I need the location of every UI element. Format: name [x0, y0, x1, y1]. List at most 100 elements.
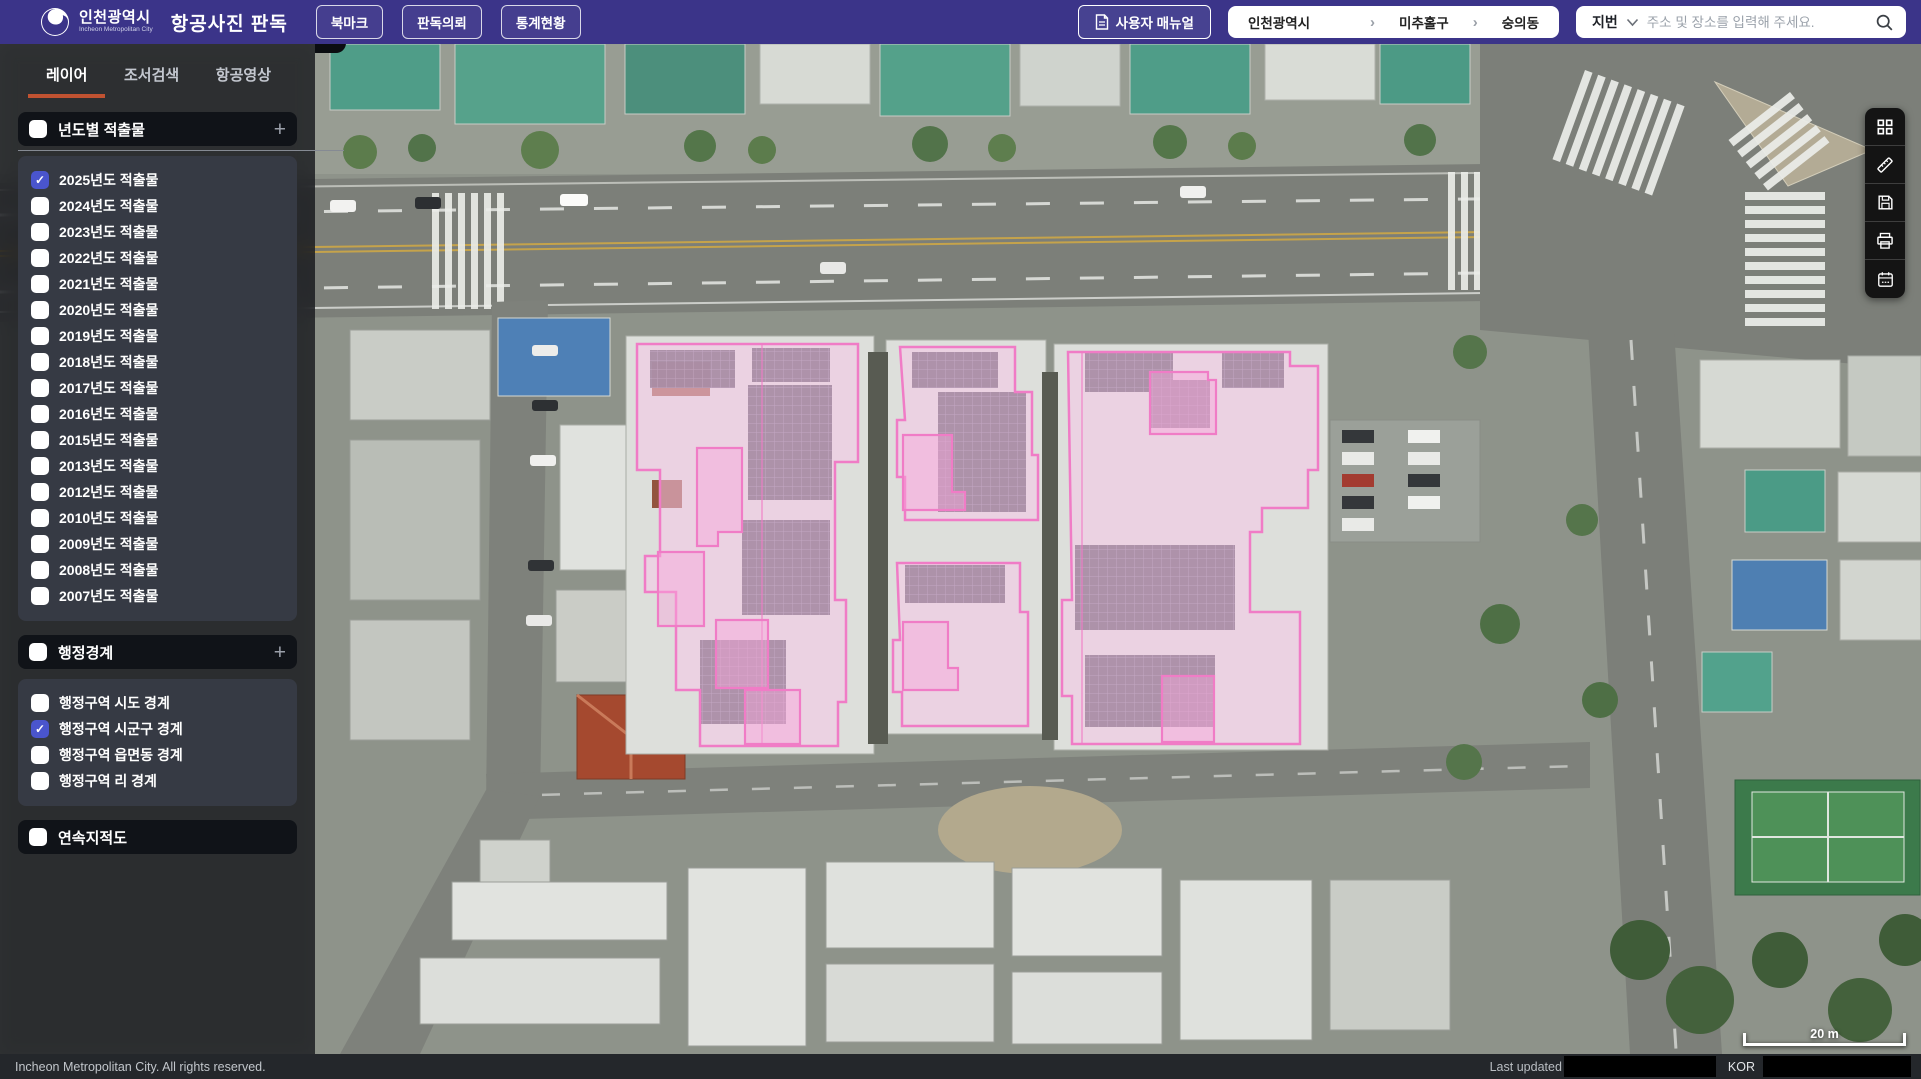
tab-레이어[interactable]: 레이어: [46, 64, 87, 98]
checkbox[interactable]: [31, 431, 49, 449]
breadcrumb-neighborhood[interactable]: 숭의동: [1502, 12, 1539, 32]
checkbox[interactable]: [31, 746, 49, 764]
map-toolbar: [1865, 108, 1905, 298]
layer-item[interactable]: 행정구역 리 경계: [18, 768, 297, 794]
layer-item[interactable]: 2008년도 적출물: [18, 557, 297, 583]
chevron-right-icon: ›: [1370, 14, 1375, 31]
layer-item[interactable]: 2007년도 적출물: [18, 583, 297, 609]
checkbox[interactable]: [31, 535, 49, 553]
checkbox[interactable]: [31, 405, 49, 423]
checkbox[interactable]: [29, 643, 47, 661]
incheon-logo-icon: [40, 7, 70, 37]
checkbox[interactable]: [29, 828, 47, 846]
page-title: 항공사진 판독: [171, 9, 288, 36]
extraction-sub-polygon[interactable]: [697, 448, 742, 546]
checkbox[interactable]: [31, 379, 49, 397]
layer-item[interactable]: ✓행정구역 시군구 경계: [18, 716, 297, 742]
layer-item[interactable]: 행정구역 읍면동 경계: [18, 742, 297, 768]
checkbox[interactable]: [31, 587, 49, 605]
document-icon: [1095, 14, 1109, 30]
layer-item[interactable]: 2024년도 적출물: [18, 193, 297, 219]
layer-item-label: 2024년도 적출물: [59, 196, 158, 216]
layer-item-label: 2010년도 적출물: [59, 508, 158, 528]
interpretation-request-button[interactable]: 판독의뢰: [402, 5, 482, 39]
checkbox[interactable]: [31, 694, 49, 712]
layer-item-label: 2009년도 적출물: [59, 534, 158, 554]
search-icon[interactable]: [1875, 13, 1894, 32]
print-tool-button[interactable]: [1865, 222, 1905, 260]
layer-item-label: 행정구역 읍면동 경계: [59, 745, 183, 765]
layer-item-label: 2017년도 적출물: [59, 378, 158, 398]
print-icon: [1875, 231, 1895, 251]
checkbox[interactable]: [31, 327, 49, 345]
checkbox[interactable]: [31, 197, 49, 215]
checkbox[interactable]: [29, 120, 47, 138]
checkbox-checked[interactable]: ✓: [31, 171, 49, 189]
statistics-button[interactable]: 통계현황: [501, 5, 581, 39]
checkbox[interactable]: [31, 483, 49, 501]
layer-item[interactable]: 2017년도 적출물: [18, 375, 297, 401]
extraction-sub-polygon[interactable]: [658, 552, 704, 626]
checkbox[interactable]: [31, 772, 49, 790]
layer-group-title: 년도별 적출물: [58, 119, 145, 140]
layer-item[interactable]: 2010년도 적출물: [18, 505, 297, 531]
layer-item[interactable]: 행정구역 시도 경계: [18, 690, 297, 716]
checkbox[interactable]: [31, 301, 49, 319]
checkbox[interactable]: [31, 353, 49, 371]
status-bar: Incheon Metropolitan City. All rights re…: [0, 1054, 1921, 1079]
search-input[interactable]: [1647, 15, 1867, 30]
layer-item[interactable]: 2012년도 적출물: [18, 479, 297, 505]
layer-item-label: 2016년도 적출물: [59, 404, 158, 424]
add-icon[interactable]: +: [274, 119, 286, 140]
layer-item[interactable]: 2016년도 적출물: [18, 401, 297, 427]
layer-item-label: 2015년도 적출물: [59, 430, 158, 450]
checkbox-checked[interactable]: ✓: [31, 720, 49, 738]
map-scale-bar: 20 m: [1743, 1022, 1906, 1046]
checkbox[interactable]: [31, 509, 49, 527]
layer-item[interactable]: 2013년도 적출물: [18, 453, 297, 479]
breadcrumb-city[interactable]: 인천광역시: [1248, 12, 1310, 32]
date-tool-button[interactable]: [1865, 260, 1905, 298]
layer-item[interactable]: 2018년도 적출물: [18, 349, 297, 375]
layer-item[interactable]: 2009년도 적출물: [18, 531, 297, 557]
search-bar: 지번: [1576, 6, 1906, 38]
extraction-sub-polygon[interactable]: [745, 690, 800, 744]
layer-item[interactable]: 2021년도 적출물: [18, 271, 297, 297]
checkbox[interactable]: [31, 457, 49, 475]
checkbox[interactable]: [31, 249, 49, 267]
layer-item[interactable]: 2019년도 적출물: [18, 323, 297, 349]
layer-item-label: 2023년도 적출물: [59, 222, 158, 242]
tab-항공영상[interactable]: 항공영상: [216, 64, 271, 98]
bookmark-button[interactable]: 북마크: [316, 5, 383, 39]
layer-item-label: 2007년도 적출물: [59, 586, 158, 606]
checkbox[interactable]: [31, 223, 49, 241]
user-manual-button[interactable]: 사용자 매뉴얼: [1078, 5, 1211, 39]
extraction-sub-polygon[interactable]: [716, 620, 768, 688]
tab-조서검색[interactable]: 조서검색: [124, 64, 179, 98]
measure-tool-button[interactable]: [1865, 146, 1905, 184]
layer-item[interactable]: ✓2025년도 적출물: [18, 167, 297, 193]
extraction-sub-polygon[interactable]: [1162, 676, 1214, 742]
layer-item[interactable]: 2023년도 적출물: [18, 219, 297, 245]
search-category-select[interactable]: 지번: [1592, 12, 1618, 32]
user-manual-label: 사용자 매뉴얼: [1116, 12, 1194, 32]
add-icon[interactable]: +: [274, 642, 286, 663]
breadcrumb-district[interactable]: 미추홀구: [1399, 12, 1449, 32]
checkbox[interactable]: [31, 561, 49, 579]
app-window: 인천광역시 Incheon Metropolitan City 항공사진 판독 …: [0, 0, 1921, 1079]
checkbox[interactable]: [31, 275, 49, 293]
layer-item-label: 2013년도 적출물: [59, 456, 158, 476]
sidebar-tabs: 레이어 조서검색 항공영상: [0, 44, 315, 98]
layer-item[interactable]: 2022년도 적출물: [18, 245, 297, 271]
layer-group-title: 행정경계: [58, 642, 113, 663]
extraction-sub-polygon[interactable]: [1150, 372, 1216, 434]
layer-group-header: 년도별 적출물 +: [18, 112, 297, 146]
scale-label: 20 m: [1743, 1027, 1906, 1041]
grid-tool-button[interactable]: [1865, 108, 1905, 146]
save-tool-button[interactable]: [1865, 184, 1905, 222]
copyright-text: Incheon Metropolitan City. All rights re…: [15, 1060, 266, 1074]
chevron-down-icon[interactable]: [1626, 18, 1639, 27]
layer-item[interactable]: 2020년도 적출물: [18, 297, 297, 323]
language-indicator[interactable]: KOR: [1728, 1060, 1755, 1074]
layer-item[interactable]: 2015년도 적출물: [18, 427, 297, 453]
